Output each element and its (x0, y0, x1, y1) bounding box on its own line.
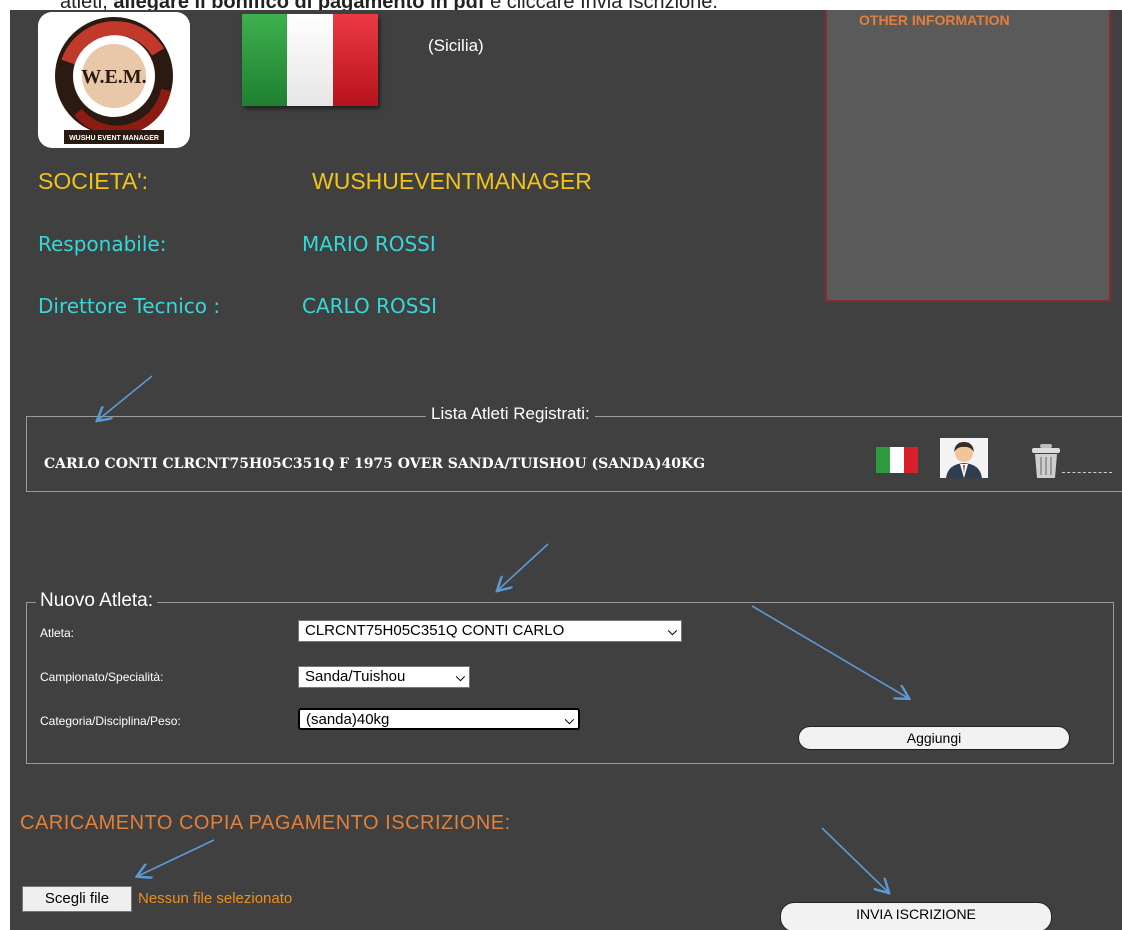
arrow-to-add-button (751, 605, 908, 698)
annotation-arrows (10, 375, 1122, 930)
arrow-to-submit-button (821, 827, 888, 892)
registration-panel: W.E.M. WUSHU EVENT MANAGER (Sicilia) OTH… (10, 10, 1122, 930)
arrow-to-new-athlete (498, 543, 549, 590)
arrow-to-registered-list (98, 375, 153, 420)
arrow-to-choose-file (138, 839, 215, 876)
